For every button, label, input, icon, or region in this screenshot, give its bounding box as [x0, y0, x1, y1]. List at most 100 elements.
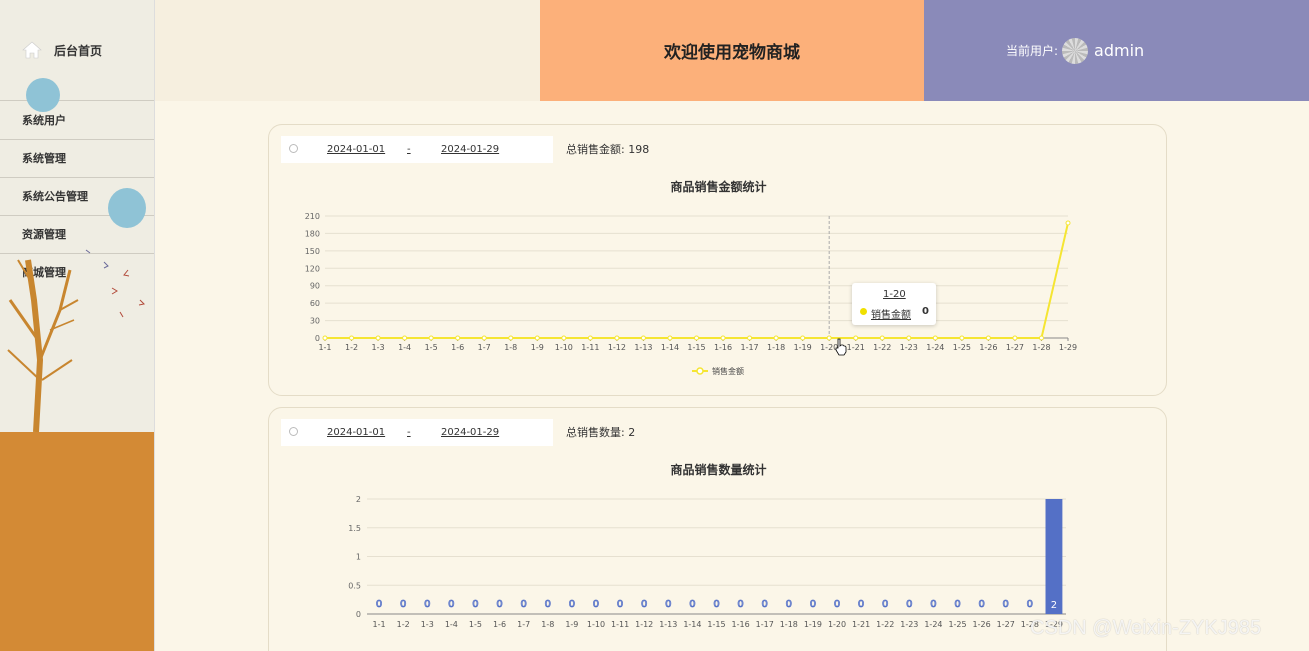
data-point [428, 335, 434, 341]
y-tick-label: 150 [305, 247, 320, 256]
chart-tooltip: 1-20 销售金额 0 [852, 283, 936, 325]
x-tick-label: 1-9 [565, 620, 578, 629]
x-tick-label: 1-21 [847, 343, 865, 352]
x-tick-label: 1-17 [756, 620, 774, 629]
data-point [667, 335, 673, 341]
y-tick-label: 2 [356, 495, 361, 504]
x-tick-label: 1-24 [926, 343, 944, 352]
bar-data-label: 0 [954, 599, 960, 610]
x-tick-label: 1-1 [318, 343, 331, 352]
x-tick-label: 1-14 [661, 343, 679, 352]
bar-data-label: 0 [545, 599, 551, 610]
x-tick-label: 1-5 [469, 620, 482, 629]
x-tick-label: 1-12 [635, 620, 653, 629]
tooltip-series-name: 销售金额 [871, 310, 911, 321]
bar-data-label: 0 [689, 599, 695, 610]
y-tick-label: 0.5 [348, 581, 361, 590]
y-tick-label: 60 [310, 299, 320, 308]
x-tick-label: 1-18 [767, 343, 785, 352]
data-point [879, 335, 885, 341]
x-tick-label: 1-2 [345, 343, 358, 352]
x-tick-label: 1-4 [445, 620, 458, 629]
y-tick-label: 120 [305, 264, 320, 273]
x-tick-label: 1-8 [504, 343, 517, 352]
x-tick-label: 1-18 [780, 620, 798, 629]
legend-marker [696, 367, 704, 375]
x-tick-label: 1-16 [714, 343, 732, 352]
x-tick-label: 1-27 [997, 620, 1015, 629]
data-point [349, 335, 355, 341]
data-point [853, 335, 859, 341]
data-point [906, 335, 912, 341]
x-tick-label: 1-19 [804, 620, 822, 629]
x-tick-label: 1-26 [979, 343, 997, 352]
data-point [720, 335, 726, 341]
x-tick-label: 1-6 [493, 620, 506, 629]
bar-data-label: 2 [1051, 600, 1057, 611]
x-tick-label: 1-9 [531, 343, 544, 352]
hand-cursor-icon [835, 338, 847, 356]
bar-data-label: 0 [496, 599, 502, 610]
data-point [481, 335, 487, 341]
bar-data-label: 0 [858, 599, 864, 610]
y-tick-label: 180 [305, 229, 320, 238]
x-tick-label: 1-7 [517, 620, 530, 629]
x-tick-label: 1-22 [873, 343, 891, 352]
bar [1045, 499, 1063, 614]
data-point [322, 335, 328, 341]
x-tick-label: 1-15 [707, 620, 725, 629]
tooltip-series-marker [860, 308, 867, 315]
data-point [375, 335, 381, 341]
data-point [640, 335, 646, 341]
bar-data-label: 0 [448, 599, 454, 610]
bar-data-label: 0 [810, 599, 816, 610]
x-tick-label: 1-29 [1059, 343, 1077, 352]
x-tick-label: 1-4 [398, 343, 411, 352]
data-point [614, 335, 620, 341]
x-tick-label: 1-23 [900, 343, 918, 352]
x-tick-label: 1-13 [659, 620, 677, 629]
bar-data-label: 0 [930, 599, 936, 610]
x-tick-label: 1-10 [555, 343, 573, 352]
x-tick-label: 1-25 [948, 620, 966, 629]
x-tick-label: 1-2 [397, 620, 410, 629]
data-point [773, 335, 779, 341]
bar-data-label: 0 [472, 599, 478, 610]
data-point [587, 335, 593, 341]
data-point [1038, 335, 1044, 341]
data-point [800, 335, 806, 341]
data-point [959, 335, 965, 341]
x-tick-label: 1-1 [373, 620, 386, 629]
x-tick-label: 1-3 [421, 620, 434, 629]
tooltip-category: 1-20 [883, 289, 906, 300]
bar-data-label: 0 [786, 599, 792, 610]
y-tick-label: 0 [315, 334, 320, 343]
x-tick-label: 1-16 [732, 620, 750, 629]
x-tick-label: 1-3 [372, 343, 385, 352]
data-point [508, 335, 514, 341]
x-tick-label: 1-21 [852, 620, 870, 629]
bar-data-label: 0 [834, 599, 840, 610]
bar-data-label: 0 [593, 599, 599, 610]
bar-data-label: 0 [737, 599, 743, 610]
x-tick-label: 1-8 [541, 620, 554, 629]
x-tick-label: 1-12 [608, 343, 626, 352]
x-tick-label: 1-11 [611, 620, 629, 629]
data-point [826, 335, 832, 341]
bar-data-label: 0 [424, 599, 430, 610]
data-point [694, 335, 699, 341]
data-point [932, 335, 938, 341]
x-tick-label: 1-7 [478, 343, 491, 352]
tooltip-value: 0 [922, 306, 929, 317]
data-point [402, 335, 408, 341]
x-tick-label: 1-13 [634, 343, 652, 352]
legend-label: 销售金额 [712, 366, 744, 376]
bar-data-label: 0 [978, 599, 984, 610]
y-tick-label: 0 [356, 610, 361, 619]
y-tick-label: 1 [356, 553, 361, 562]
watermark: CSDN @Weixin-ZYKJ985 [1030, 617, 1262, 639]
bar-data-label: 0 [882, 599, 888, 610]
bar-data-label: 0 [906, 599, 912, 610]
x-tick-label: 1-15 [687, 343, 705, 352]
x-tick-label: 1-26 [973, 620, 991, 629]
